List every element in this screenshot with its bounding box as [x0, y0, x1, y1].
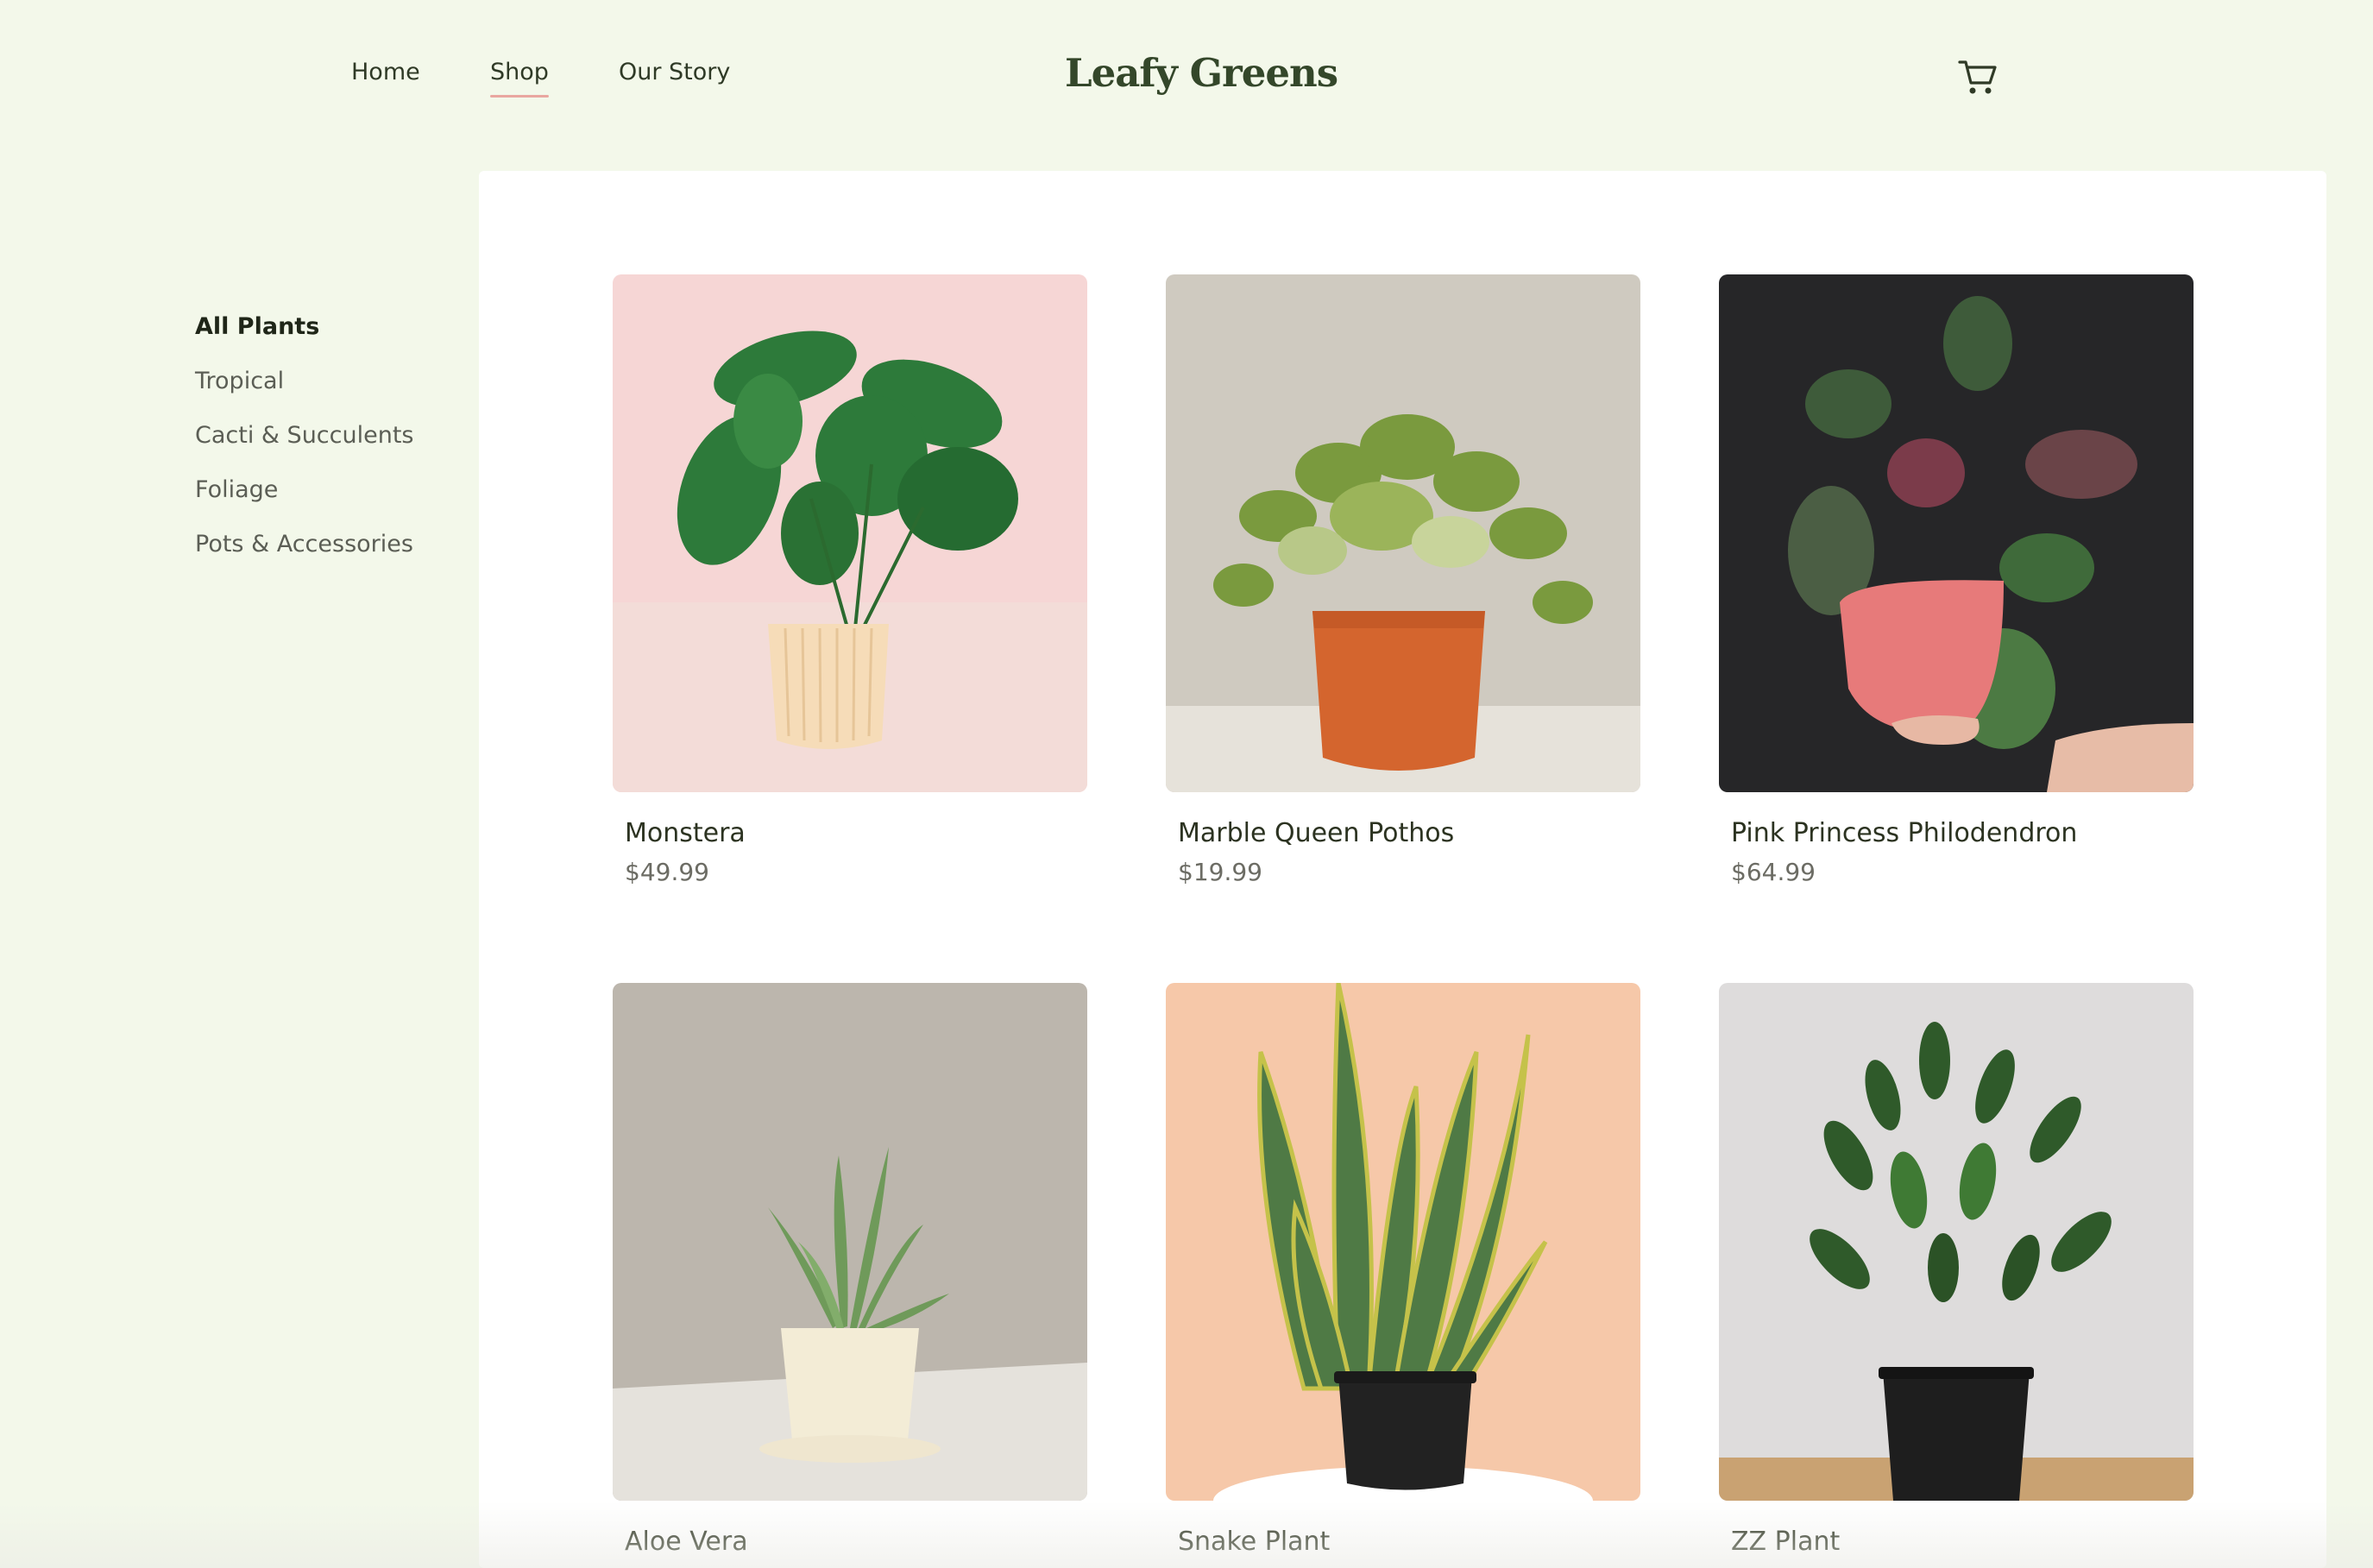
product-name[interactable]: ZZ Plant: [1731, 1527, 1840, 1557]
cart-icon[interactable]: [1957, 57, 1998, 97]
product-price: $19.99: [1178, 858, 1262, 886]
category-tropical[interactable]: Tropical: [195, 368, 284, 394]
product-grid-panel: Monstera $49.99 Marble Queen Pothos $19.…: [479, 171, 2326, 1568]
product-image-snake-plant[interactable]: [1166, 983, 1640, 1501]
product-name[interactable]: Snake Plant: [1178, 1527, 1330, 1557]
product-price: $64.99: [1731, 858, 1816, 886]
nav-shop-link[interactable]: Shop: [490, 59, 549, 85]
product-image-monstera[interactable]: [613, 274, 1087, 792]
product-name[interactable]: Marble Queen Pothos: [1178, 818, 1454, 848]
category-foliage[interactable]: Foliage: [195, 476, 278, 503]
product-name[interactable]: Aloe Vera: [625, 1527, 748, 1557]
active-nav-underline: [490, 95, 549, 98]
brand-logo[interactable]: Leafy Greens: [1065, 50, 1338, 96]
nav-home-link[interactable]: Home: [351, 59, 420, 85]
product-image-zz-plant[interactable]: [1719, 983, 2194, 1501]
product-name[interactable]: Pink Princess Philodendron: [1731, 818, 2077, 848]
category-pots-accessories[interactable]: Pots & Accessories: [195, 531, 413, 557]
category-all-plants[interactable]: All Plants: [195, 313, 319, 340]
product-name[interactable]: Monstera: [625, 818, 746, 848]
product-image-marble-queen-pothos[interactable]: [1166, 274, 1640, 792]
category-cacti-succulents[interactable]: Cacti & Succulents: [195, 422, 413, 449]
product-image-pink-princess-philodendron[interactable]: [1719, 274, 2194, 792]
nav-our-story-link[interactable]: Our Story: [619, 59, 730, 85]
product-image-aloe-vera[interactable]: [613, 983, 1087, 1501]
product-price: $49.99: [625, 858, 709, 886]
